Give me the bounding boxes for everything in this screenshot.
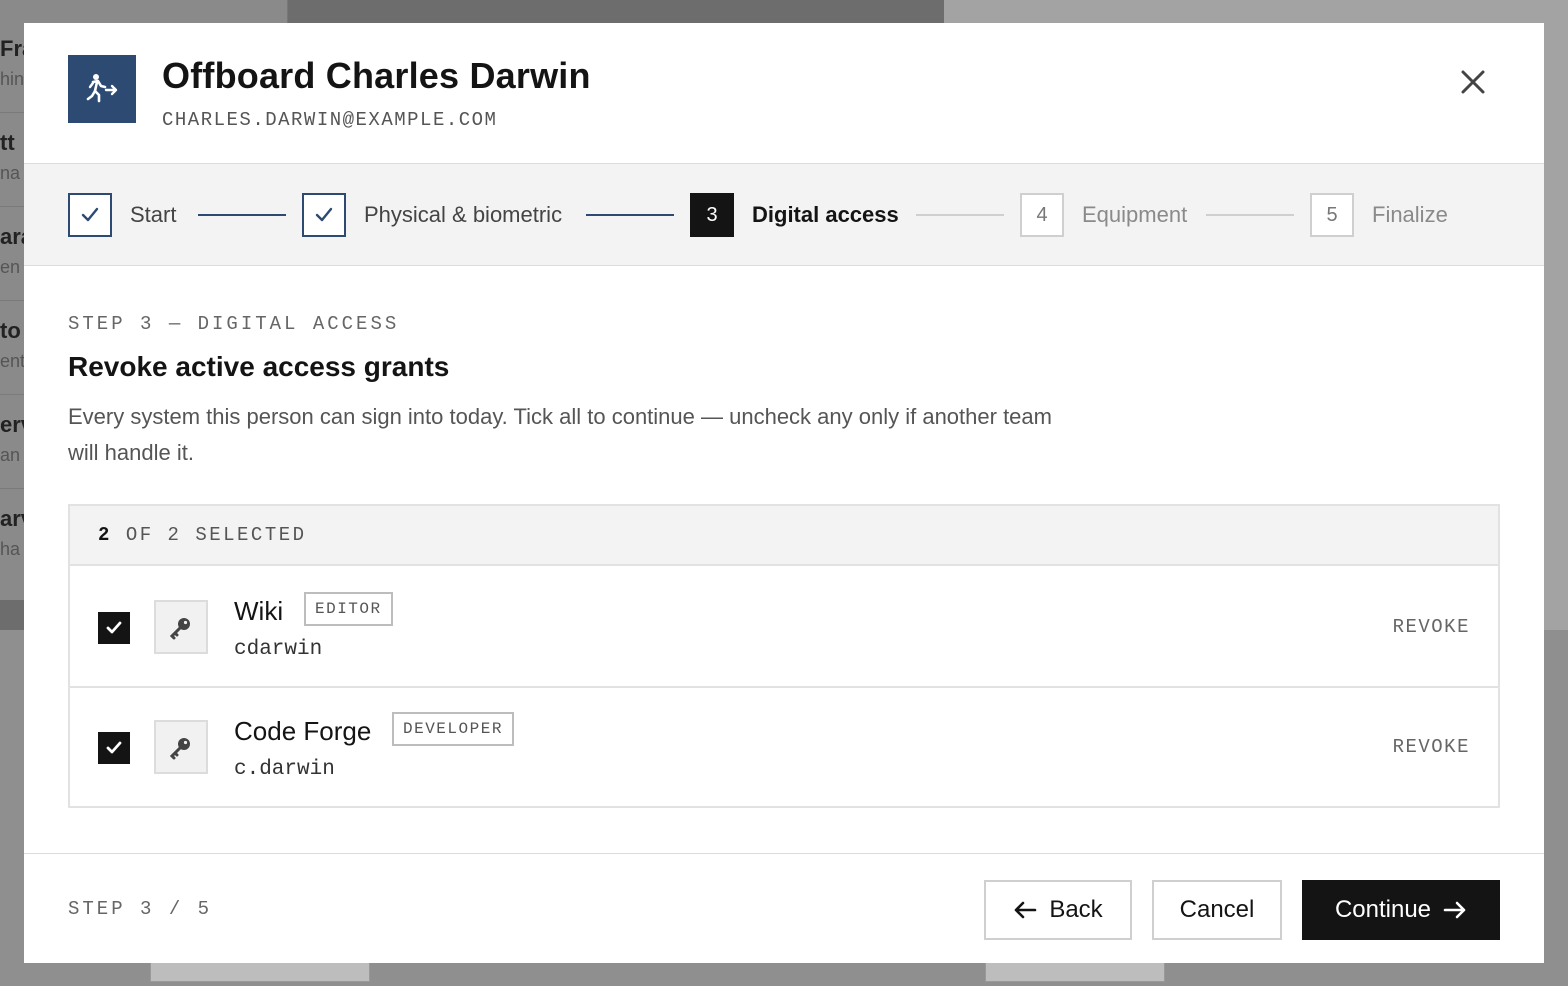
continue-label: Continue — [1334, 896, 1432, 923]
access-grants-list: 2 OF 2 SELECTED Wiki EDITOR cdarwin REVO… — [68, 504, 1500, 808]
modal-title: Offboard Charles Darwin — [162, 55, 591, 96]
step-3-number: 3 — [690, 193, 734, 237]
employee-email: CHARLES.DARWIN@EXAMPLE.COM — [162, 109, 498, 131]
list-item: Code Forge DEVELOPER c.darwin REVOKE — [70, 688, 1498, 808]
list-item: Wiki EDITOR cdarwin REVOKE — [70, 568, 1498, 688]
step-1-check-icon — [68, 193, 112, 237]
step-5-label: Finalize — [1372, 202, 1448, 227]
step-3-label: Digital access — [752, 202, 899, 227]
back-button[interactable]: Back — [984, 880, 1132, 940]
step-4-label: Equipment — [1082, 202, 1188, 227]
step-1-label: Start — [130, 202, 177, 227]
arrow-left-icon — [1013, 900, 1037, 920]
system-username: c.darwin — [234, 758, 335, 781]
background-text: an — [0, 445, 21, 465]
cancel-button[interactable]: Cancel — [1152, 880, 1282, 940]
progress-stepper: Start Physical & biometric 3 Digital acc… — [24, 164, 1544, 266]
grant-checkbox[interactable] — [98, 612, 130, 644]
role-badge: DEVELOPER — [392, 712, 514, 746]
continue-button[interactable]: Continue — [1302, 880, 1500, 940]
selection-summary: 2 OF 2 SELECTED — [70, 506, 1498, 566]
selected-suffix: OF 2 SELECTED — [125, 524, 307, 546]
background-text: en — [0, 257, 21, 277]
step-connector — [586, 214, 674, 216]
key-icon — [154, 720, 208, 774]
background-text: to — [0, 318, 21, 343]
person-leaving-icon — [68, 55, 136, 123]
key-icon — [154, 600, 208, 654]
step-eyebrow: STEP 3 — DIGITAL ACCESS — [68, 313, 400, 335]
system-name: Code Forge — [234, 716, 372, 746]
step-connector — [198, 214, 286, 216]
system-name: Wiki — [234, 596, 284, 626]
revoke-link[interactable]: REVOKE — [1393, 736, 1470, 758]
background-text: tt — [0, 130, 15, 155]
background-text: ent — [0, 351, 26, 371]
modal-footer: STEP 3 / 5 Back Cancel Continue — [24, 853, 1544, 963]
selected-count: 2 — [98, 524, 112, 546]
background-text: hin — [0, 69, 25, 89]
step-connector — [916, 214, 1004, 216]
step-2-check-icon — [302, 193, 346, 237]
revoke-link[interactable]: REVOKE — [1393, 616, 1470, 638]
role-badge: EDITOR — [304, 592, 393, 626]
cancel-label: Cancel — [1179, 896, 1255, 923]
background-text: na — [0, 163, 21, 183]
step-4-number: 4 — [1020, 193, 1064, 237]
section-description: Every system this person can sign into t… — [68, 404, 1052, 465]
modal-header: Offboard Charles Darwin CHARLES.DARWIN@E… — [24, 23, 1544, 164]
step-5-number: 5 — [1310, 193, 1354, 237]
system-username: cdarwin — [234, 638, 323, 661]
step-connector — [1206, 214, 1294, 216]
close-icon[interactable] — [1456, 65, 1490, 99]
grant-checkbox[interactable] — [98, 732, 130, 764]
background-text: ha — [0, 539, 21, 559]
step-indicator: STEP 3 / 5 — [68, 898, 213, 920]
section-title: Revoke active access grants — [68, 351, 450, 382]
offboard-modal: Offboard Charles Darwin CHARLES.DARWIN@E… — [24, 23, 1544, 963]
back-label: Back — [1049, 896, 1103, 923]
step-2-label: Physical & biometric — [364, 202, 563, 227]
arrow-right-icon — [1443, 900, 1467, 920]
